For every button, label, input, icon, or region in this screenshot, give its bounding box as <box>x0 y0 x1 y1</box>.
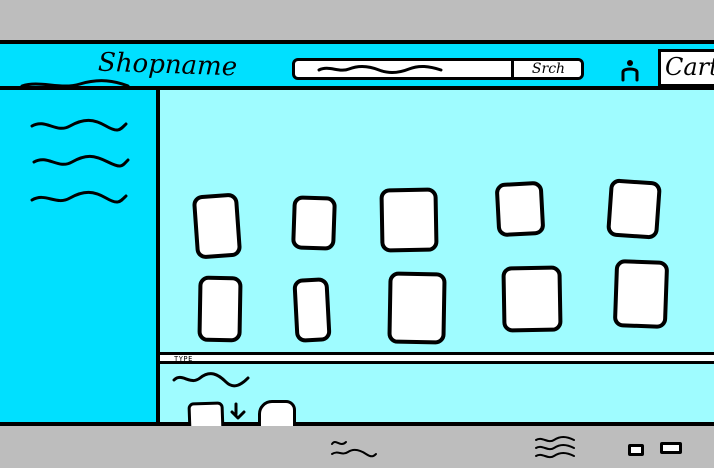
top-header: Shopname Srch Cart <box>0 44 714 90</box>
product-tile[interactable] <box>197 275 243 343</box>
sidebar-item-2[interactable] <box>28 152 130 172</box>
shop-name[interactable]: Shopname <box>98 48 238 83</box>
sidebar-item-3[interactable] <box>28 188 130 208</box>
lower-scribble <box>172 372 250 388</box>
product-tile[interactable] <box>191 192 243 260</box>
type-label: TYPE <box>174 355 193 363</box>
footer-square-button-2[interactable] <box>660 442 682 454</box>
person-icon[interactable] <box>618 58 642 82</box>
search-input[interactable] <box>295 61 511 77</box>
product-grid <box>160 90 714 354</box>
product-tile[interactable] <box>501 265 563 333</box>
product-tile[interactable] <box>291 195 337 251</box>
type-divider: TYPE <box>160 352 714 364</box>
footer <box>0 426 714 468</box>
app-window: Shopname Srch Cart TYPE <box>0 40 714 435</box>
cart-button[interactable]: Cart <box>658 49 714 87</box>
product-tile[interactable] <box>612 259 670 329</box>
product-tile[interactable] <box>379 187 439 253</box>
main-content: TYPE <box>160 90 714 435</box>
lower-section <box>160 364 714 435</box>
footer-menu-scribble[interactable] <box>532 434 578 462</box>
search-button[interactable]: Srch <box>511 61 581 77</box>
down-arrow-icon[interactable] <box>230 402 246 420</box>
product-tile[interactable] <box>606 178 662 240</box>
footer-text-scribble <box>331 441 377 458</box>
footer-square-button-1[interactable] <box>628 444 644 456</box>
product-tile[interactable] <box>494 180 546 238</box>
product-tile[interactable] <box>387 271 447 345</box>
search-bar: Srch <box>292 58 584 80</box>
footer-controls <box>626 440 686 458</box>
product-tile[interactable] <box>292 277 332 343</box>
category-sidebar <box>0 90 160 422</box>
sidebar-item-1[interactable] <box>28 116 130 136</box>
